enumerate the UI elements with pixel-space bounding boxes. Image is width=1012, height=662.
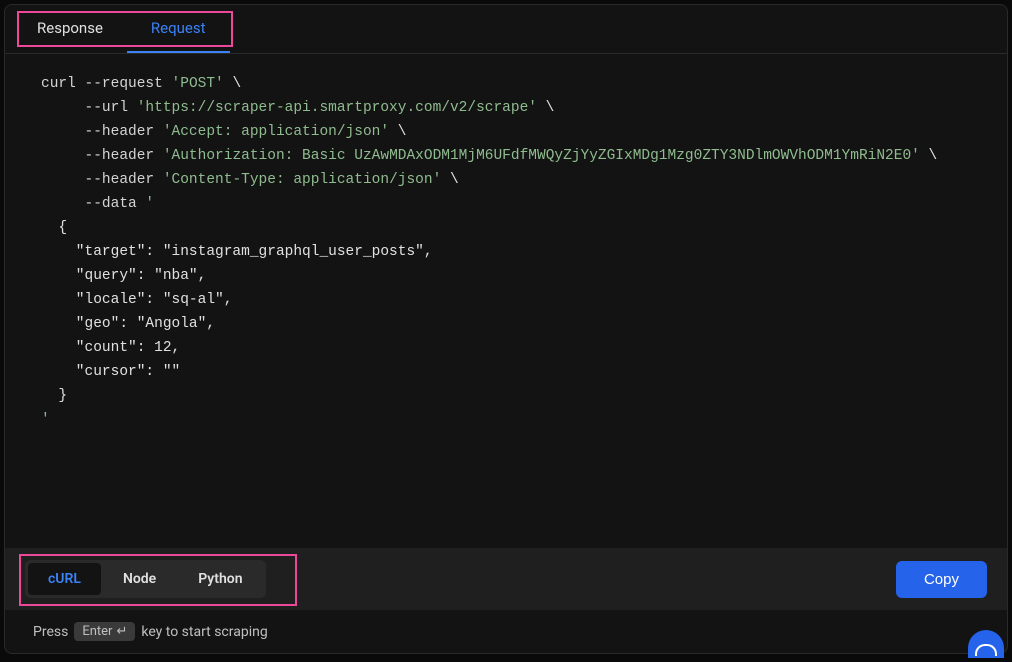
code-text: --header — [41, 124, 154, 140]
code-text: "locale": "sq-al", — [41, 292, 232, 308]
code-text: "count": 12, — [41, 340, 180, 356]
code-text: "target": "instagram_graphql_user_posts"… — [41, 244, 433, 260]
code-text: curl — [41, 76, 85, 92]
code-text: --header — [41, 172, 154, 188]
enter-icon: ↵ — [116, 624, 127, 639]
code-text: \ — [389, 124, 406, 140]
code-text: --data — [41, 196, 137, 212]
top-tabs: Response Request — [5, 5, 1007, 54]
code-text: \ — [920, 148, 937, 164]
code-text: 'Content-Type: application/json' — [154, 172, 441, 188]
code-text: "cursor": "" — [41, 364, 180, 380]
code-text: { — [41, 220, 67, 236]
copy-button[interactable]: Copy — [896, 561, 987, 598]
code-text: 'Authorization: Basic UzAwMDAxODM1MjM6UF… — [154, 148, 920, 164]
language-tabs: cURL Node Python — [25, 560, 266, 598]
code-text: 'Accept: application/json' — [154, 124, 389, 140]
hint-prefix: Press — [33, 624, 68, 640]
code-text: --url — [41, 100, 128, 116]
enter-key-badge: Enter ↵ — [74, 622, 135, 641]
code-text: \ — [441, 172, 458, 188]
tab-response[interactable]: Response — [13, 5, 127, 53]
code-text: "geo": "Angola", — [41, 316, 215, 332]
code-text: ' — [41, 412, 50, 428]
code-text: \ — [224, 76, 241, 92]
hint-suffix: key to start scraping — [141, 624, 267, 640]
lang-tab-node[interactable]: Node — [103, 563, 176, 595]
lang-tab-python[interactable]: Python — [178, 563, 262, 595]
code-text: ' — [137, 196, 154, 212]
tab-request[interactable]: Request — [127, 5, 230, 53]
code-text: "query": "nba", — [41, 268, 206, 284]
code-text: \ — [537, 100, 554, 116]
code-block: curl --request 'POST' \ --url 'https://s… — [5, 54, 1007, 548]
code-text: --header — [41, 148, 154, 164]
panel: Response Request curl --request 'POST' \… — [4, 4, 1008, 654]
bottom-bar: cURL Node Python Copy — [5, 548, 1007, 610]
code-text: } — [41, 388, 67, 404]
chat-widget-icon[interactable] — [968, 630, 1004, 658]
key-label: Enter — [82, 624, 112, 639]
code-text: 'POST' — [163, 76, 224, 92]
code-text: 'https://scraper-api.smartproxy.com/v2/s… — [128, 100, 537, 116]
hint-bar: Press Enter ↵ key to start scraping — [5, 610, 1007, 653]
code-text: --request — [85, 76, 163, 92]
lang-tab-curl[interactable]: cURL — [28, 563, 101, 595]
